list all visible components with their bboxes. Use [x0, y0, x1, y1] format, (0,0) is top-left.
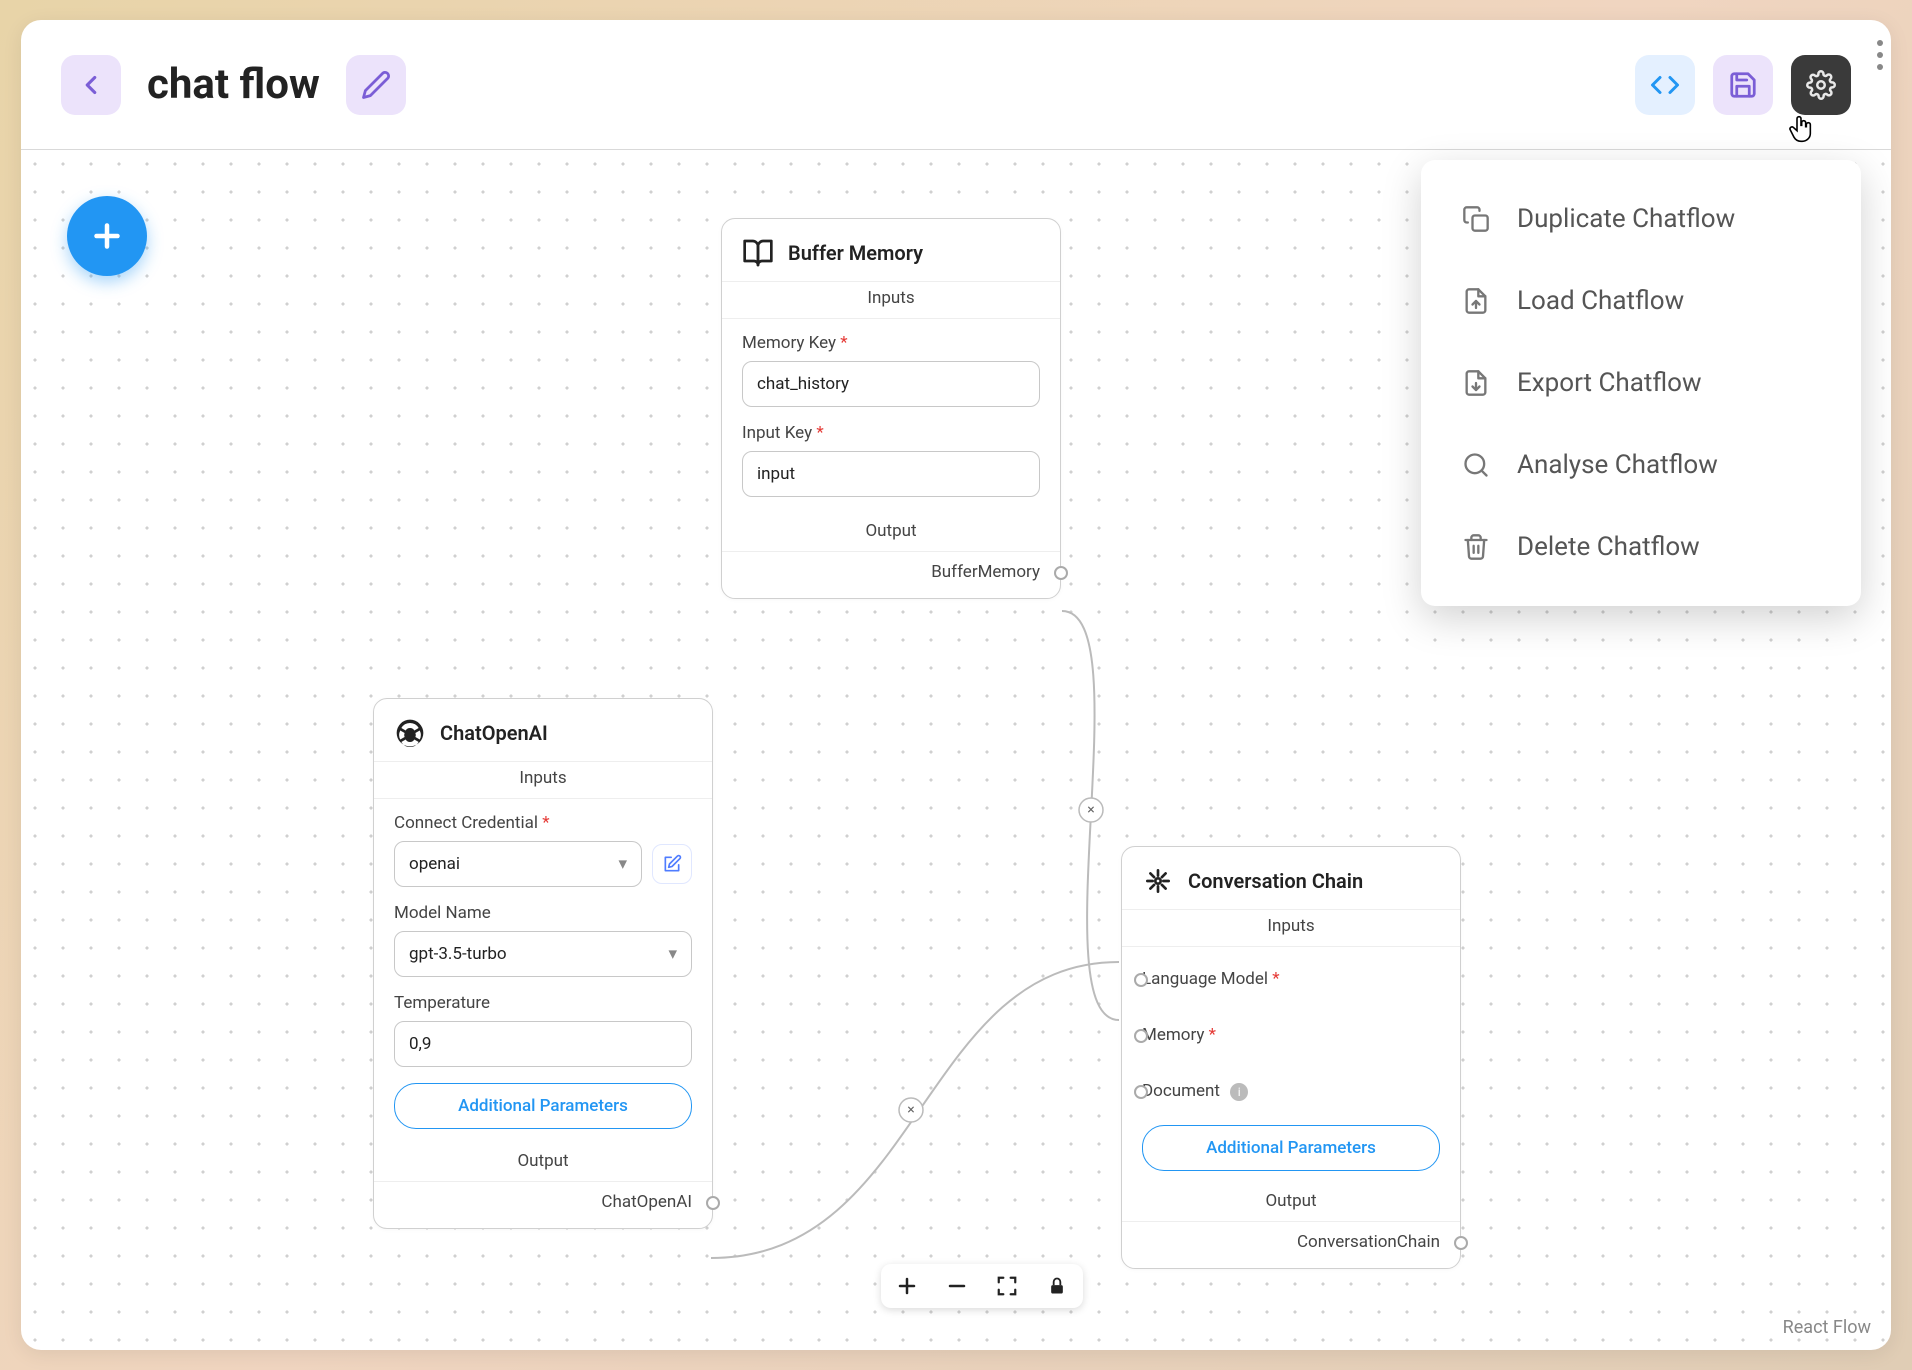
output-name: BufferMemory	[931, 562, 1040, 582]
back-button[interactable]	[61, 55, 121, 115]
add-node-button[interactable]	[67, 196, 147, 276]
output-port[interactable]	[1054, 566, 1068, 580]
plus-icon	[895, 1274, 919, 1298]
input-port[interactable]	[1134, 1029, 1148, 1043]
output-name: ConversationChain	[1297, 1232, 1440, 1252]
chevron-down-icon: ▾	[668, 944, 677, 964]
node-title: Buffer Memory	[788, 241, 923, 265]
svg-text:×: ×	[1087, 802, 1094, 818]
settings-dropdown: Duplicate Chatflow Load Chatflow Export …	[1421, 160, 1861, 606]
lock-toggle-button[interactable]	[1043, 1272, 1071, 1300]
edit-credential-button[interactable]	[652, 844, 692, 884]
svg-text:×: ×	[907, 1102, 914, 1118]
save-button[interactable]	[1713, 55, 1773, 115]
zoom-in-button[interactable]	[893, 1272, 921, 1300]
chain-icon	[1142, 865, 1174, 897]
input-port[interactable]	[1134, 1085, 1148, 1099]
node-title: Conversation Chain	[1188, 869, 1363, 893]
dropdown-label: Delete Chatflow	[1517, 532, 1700, 562]
dropdown-label: Export Chatflow	[1517, 368, 1702, 398]
model-label: Model Name	[394, 903, 692, 923]
output-header: Output	[374, 1145, 712, 1182]
book-icon	[742, 237, 774, 269]
upload-icon	[1461, 286, 1491, 316]
plus-icon	[89, 218, 125, 254]
gear-icon	[1806, 70, 1836, 100]
search-icon	[1461, 450, 1491, 480]
copy-icon	[1461, 204, 1491, 234]
openai-icon	[394, 717, 426, 749]
temperature-input[interactable]	[394, 1021, 692, 1067]
pencil-icon	[361, 70, 391, 100]
window-drag-handle	[1877, 40, 1883, 70]
dropdown-duplicate[interactable]: Duplicate Chatflow	[1421, 178, 1861, 260]
model-select[interactable]: gpt-3.5-turbo ▾	[394, 931, 692, 977]
topbar: chat flow	[21, 20, 1891, 150]
output-name: ChatOpenAI	[601, 1192, 692, 1212]
settings-button[interactable]	[1791, 55, 1851, 115]
dropdown-delete[interactable]: Delete Chatflow	[1421, 506, 1861, 588]
edit-icon	[662, 854, 682, 874]
inputs-header: Inputs	[1122, 909, 1460, 947]
output-port[interactable]	[1454, 1236, 1468, 1250]
attribution: React Flow	[1783, 1317, 1871, 1338]
temperature-label: Temperature	[394, 993, 692, 1013]
dropdown-label: Load Chatflow	[1517, 286, 1684, 316]
minus-icon	[945, 1274, 969, 1298]
inputs-header: Inputs	[374, 761, 712, 799]
fit-view-button[interactable]	[993, 1272, 1021, 1300]
edit-title-button[interactable]	[346, 55, 406, 115]
zoom-out-button[interactable]	[943, 1272, 971, 1300]
dropdown-load[interactable]: Load Chatflow	[1421, 260, 1861, 342]
chevron-left-icon	[76, 70, 106, 100]
save-icon	[1728, 70, 1758, 100]
dropdown-export[interactable]: Export Chatflow	[1421, 342, 1861, 424]
info-icon[interactable]: i	[1230, 1083, 1248, 1101]
code-icon	[1650, 70, 1680, 100]
input-memory: Memory *	[1142, 1007, 1440, 1063]
fullscreen-icon	[996, 1275, 1018, 1297]
input-key-input[interactable]	[742, 451, 1040, 497]
node-chat-openai[interactable]: ChatOpenAI Inputs Connect Credential * o…	[373, 698, 713, 1229]
output-header: Output	[1122, 1185, 1460, 1222]
canvas-controls	[881, 1264, 1083, 1308]
inputs-header: Inputs	[722, 281, 1060, 319]
output-port[interactable]	[706, 1196, 720, 1210]
input-language-model: Language Model *	[1142, 951, 1440, 1007]
memory-key-label: Memory Key *	[742, 333, 1040, 353]
output-header: Output	[722, 515, 1060, 552]
additional-params-button[interactable]: Additional Parameters	[394, 1083, 692, 1129]
credential-select[interactable]: openai ▾	[394, 841, 642, 887]
dropdown-label: Analyse Chatflow	[1517, 450, 1718, 480]
node-buffer-memory[interactable]: Buffer Memory Inputs Memory Key * Input …	[721, 218, 1061, 599]
input-port[interactable]	[1134, 973, 1148, 987]
additional-params-button[interactable]: Additional Parameters	[1142, 1125, 1440, 1171]
chevron-down-icon: ▾	[618, 854, 627, 874]
page-title: chat flow	[147, 60, 320, 109]
dropdown-analyse[interactable]: Analyse Chatflow	[1421, 424, 1861, 506]
memory-key-input[interactable]	[742, 361, 1040, 407]
input-key-label: Input Key *	[742, 423, 1040, 443]
node-conversation-chain[interactable]: Conversation Chain Inputs Language Model…	[1121, 846, 1461, 1269]
lock-icon	[1047, 1276, 1067, 1296]
node-title: ChatOpenAI	[440, 721, 548, 745]
input-document: Document i	[1142, 1063, 1440, 1119]
dropdown-label: Duplicate Chatflow	[1517, 204, 1735, 234]
credential-label: Connect Credential *	[394, 813, 692, 833]
trash-icon	[1461, 532, 1491, 562]
download-icon	[1461, 368, 1491, 398]
code-embed-button[interactable]	[1635, 55, 1695, 115]
